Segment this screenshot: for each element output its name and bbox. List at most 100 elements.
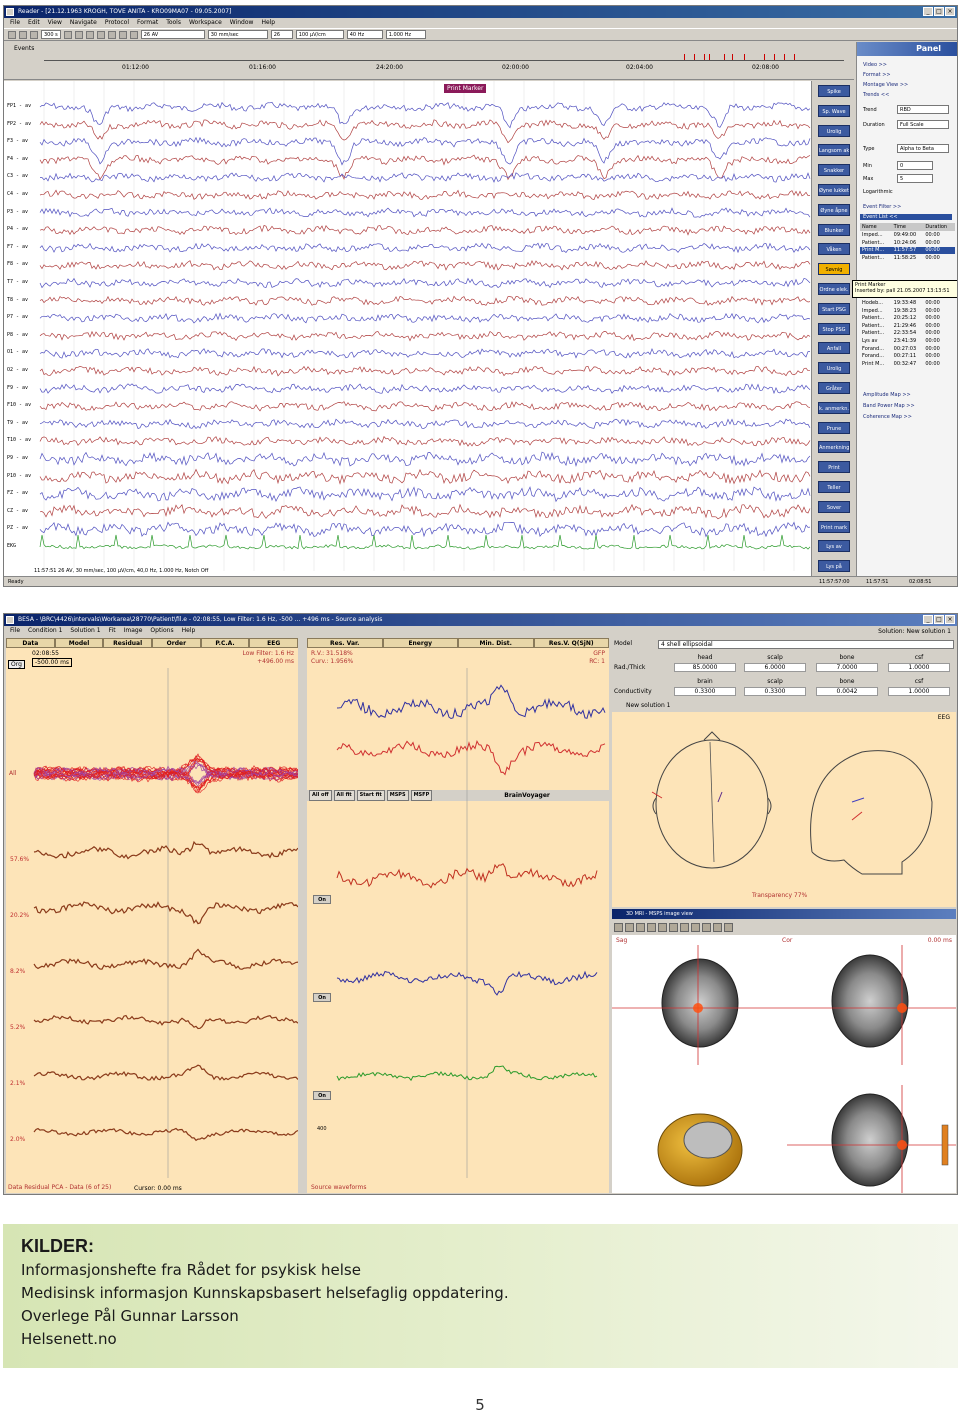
menu-help[interactable]: Help: [261, 18, 275, 28]
band-power-map-item[interactable]: Band Power Map >>: [863, 403, 915, 409]
event-button[interactable]: Sover: [818, 500, 850, 513]
head-diagram[interactable]: EEG Transparency 77%: [612, 712, 956, 907]
settings-icon[interactable]: [724, 922, 733, 932]
source-on-toggle-2[interactable]: On: [313, 993, 331, 1002]
min-input[interactable]: 0: [897, 161, 933, 170]
channel-label[interactable]: FP2 - av: [7, 121, 31, 127]
close-icon[interactable]: ×: [945, 7, 955, 16]
menu-workspace[interactable]: Workspace: [189, 18, 222, 28]
event-button[interactable]: Spike: [818, 85, 850, 97]
channel-label[interactable]: P4 - av: [7, 226, 28, 232]
model-value[interactable]: 0.0042: [816, 687, 878, 696]
print-marker[interactable]: Print Marker: [444, 84, 487, 93]
channel-label[interactable]: F8 - av: [7, 261, 28, 267]
model-value[interactable]: 85.0000: [674, 663, 736, 672]
slice-icon[interactable]: [691, 922, 700, 932]
channel-label[interactable]: P8 - av: [7, 332, 28, 338]
event-row[interactable]: Print M... 11:57:57 00:00: [860, 247, 955, 255]
event-button[interactable]: Stop PSG: [818, 322, 850, 335]
event-button[interactable]: Blunker: [818, 223, 850, 236]
event-button[interactable]: Sp. Wave: [818, 104, 850, 117]
channel-label[interactable]: EKG: [7, 543, 16, 549]
mri-view[interactable]: Sag Cor 0.00 ms: [612, 935, 956, 1193]
grid-icon[interactable]: [680, 922, 689, 932]
channel-count-select[interactable]: 26: [270, 30, 293, 39]
event-row[interactable]: Imped... 09:49:00 00:00: [860, 232, 955, 239]
channel-label[interactable]: C3 - av: [7, 173, 28, 179]
besa-menu-item[interactable]: Image: [124, 626, 143, 636]
event-row[interactable]: Patient... 22:33:54 00:00: [860, 330, 955, 337]
menu-tools[interactable]: Tools: [166, 18, 181, 28]
event-mark[interactable]: [784, 54, 785, 60]
besa-menu-item[interactable]: Fit: [109, 626, 116, 636]
channel-label[interactable]: F3 - av: [7, 138, 28, 144]
event-mark[interactable]: [744, 54, 745, 60]
event-button[interactable]: Gråter: [818, 382, 850, 394]
close-icon[interactable]: ×: [945, 615, 955, 624]
back-icon[interactable]: [30, 30, 38, 39]
channel-label[interactable]: P7 - av: [7, 314, 28, 320]
channel-label[interactable]: F9 - av: [7, 385, 28, 391]
cursor-icon[interactable]: [74, 30, 83, 39]
event-button[interactable]: Øyne åpne: [818, 203, 850, 216]
zoom-out-icon[interactable]: [636, 922, 645, 932]
type-select[interactable]: Alpha to Beta: [897, 144, 949, 153]
panel-item-video[interactable]: Video >>: [863, 62, 887, 68]
channel-label[interactable]: P9 - av: [7, 455, 28, 461]
event-button[interactable]: Urolig: [818, 124, 850, 137]
event-row[interactable]: Patient... 11:58:25 00:00: [860, 255, 955, 262]
besa-menu-item[interactable]: Solution 1: [70, 626, 100, 636]
menu-view[interactable]: View: [48, 18, 62, 28]
montage-select[interactable]: 26 AV: [140, 30, 205, 39]
event-button[interactable]: Start PSG: [818, 302, 850, 315]
event-mark[interactable]: [704, 54, 705, 60]
event-row[interactable]: Forand... 00:27:03 00:00: [860, 346, 955, 353]
source-on-toggle-1[interactable]: On: [313, 895, 331, 904]
channel-label[interactable]: F7 - av: [7, 244, 28, 250]
model-value[interactable]: 0.3300: [674, 687, 736, 696]
sensitivity-select[interactable]: 100 µV/cm: [295, 30, 344, 39]
minimize-icon[interactable]: _: [923, 7, 933, 16]
besa-menu-item[interactable]: Help: [182, 626, 196, 636]
event-button[interactable]: Anfall: [818, 342, 850, 355]
model-value[interactable]: 0.3300: [744, 687, 806, 696]
menu-format[interactable]: Format: [137, 18, 158, 28]
event-mark[interactable]: [764, 54, 765, 60]
paper-speed-select[interactable]: 30 mm/sec: [207, 30, 268, 39]
model-value[interactable]: 6.0000: [744, 663, 806, 672]
event-button[interactable]: Lys på: [818, 560, 850, 573]
channel-label[interactable]: O1 - av: [7, 349, 28, 355]
speed-select[interactable]: 300 s: [41, 30, 61, 39]
channel-label[interactable]: C4 - av: [7, 191, 28, 197]
col-name[interactable]: Name: [860, 223, 892, 231]
model-value[interactable]: 1.0000: [888, 663, 950, 672]
event-button[interactable]: Øyne lukket: [818, 184, 850, 196]
event-row[interactable]: Patient... 20:25:12 00:00: [860, 315, 955, 322]
event-mark[interactable]: [694, 54, 695, 60]
menu-edit[interactable]: Edit: [28, 18, 40, 28]
channel-label[interactable]: T8 - av: [7, 297, 28, 303]
menu-protocol[interactable]: Protocol: [105, 18, 129, 28]
coherence-map-item[interactable]: Coherence Map >>: [863, 414, 912, 420]
channel-label[interactable]: F10 - av: [7, 402, 31, 408]
max-input[interactable]: 5: [897, 174, 933, 183]
event-button[interactable]: Søvnig: [818, 263, 850, 276]
model-value[interactable]: 7.0000: [816, 663, 878, 672]
event-mark[interactable]: [724, 54, 725, 60]
model-value[interactable]: 1.0000: [888, 687, 950, 696]
eeg-trace-area[interactable]: FP1 - av FP2 - av F3 - av F4 - av C3 - av C4 …: [4, 81, 812, 577]
marker-icon[interactable]: [63, 30, 72, 39]
channel-label[interactable]: T7 - av: [7, 279, 28, 285]
contrast-icon[interactable]: [702, 922, 711, 932]
channel-label[interactable]: FP1 - av: [7, 103, 31, 109]
event-row[interactable]: Lys av 23:41:39 00:00: [860, 338, 955, 345]
menu-window[interactable]: Window: [230, 18, 254, 28]
besa-menu-item[interactable]: Condition 1: [28, 626, 62, 636]
maximize-icon[interactable]: □: [934, 7, 944, 16]
channel-label[interactable]: T10 - av: [7, 437, 31, 443]
high-filter-select[interactable]: 1.000 Hz: [385, 30, 426, 39]
event-row[interactable]: Imped... 19:38:23 00:00: [860, 308, 955, 315]
panel-item-trends[interactable]: Trends <<: [863, 92, 889, 98]
event-button[interactable]: Langsom ak: [818, 144, 850, 157]
search-icon[interactable]: [129, 30, 138, 39]
